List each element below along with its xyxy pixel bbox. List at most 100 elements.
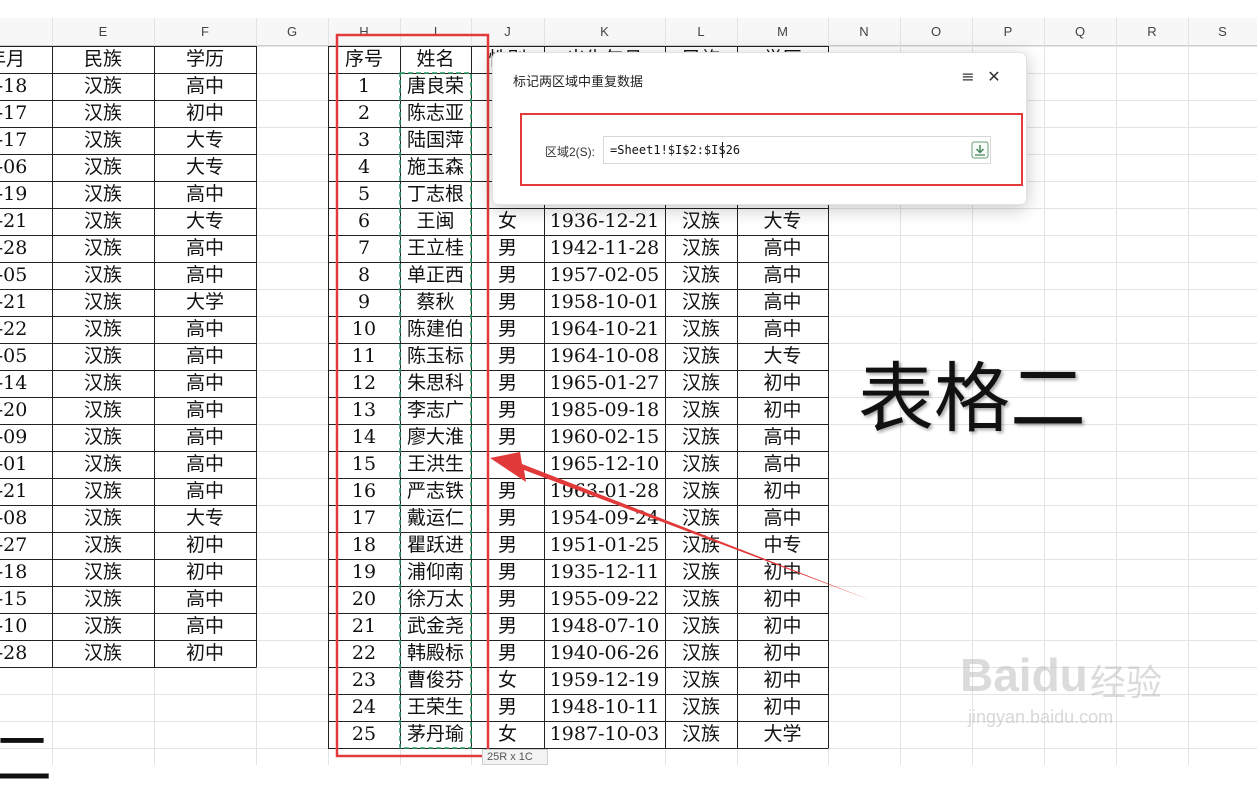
- column-header-k[interactable]: K: [544, 18, 665, 46]
- right-table-cell[interactable]: 11: [328, 343, 400, 370]
- right-table-cell[interactable]: 中专: [737, 532, 828, 559]
- column-header-g[interactable]: G: [256, 18, 328, 46]
- left-table-cell[interactable]: 高中: [154, 73, 256, 100]
- right-table-cell[interactable]: 汉族: [665, 262, 737, 289]
- right-table-cell[interactable]: 汉族: [665, 451, 737, 478]
- right-table-cell[interactable]: 汉族: [665, 613, 737, 640]
- right-table-cell[interactable]: 高中: [737, 316, 828, 343]
- right-table-cell[interactable]: 汉族: [665, 559, 737, 586]
- left-table-cell[interactable]: 高中: [154, 478, 256, 505]
- right-table-cell[interactable]: 男: [471, 370, 544, 397]
- range-select-icon[interactable]: [970, 140, 990, 160]
- right-table-cell[interactable]: 汉族: [665, 424, 737, 451]
- right-table-cell[interactable]: 初中: [737, 667, 828, 694]
- left-table-cell[interactable]: 高中: [154, 586, 256, 613]
- close-icon[interactable]: ✕: [986, 67, 1002, 87]
- column-header-n[interactable]: N: [828, 18, 900, 46]
- left-table-cell[interactable]: 4-14: [0, 370, 52, 397]
- left-table-cell[interactable]: 汉族: [52, 154, 154, 181]
- right-table-cell[interactable]: 17: [328, 505, 400, 532]
- left-table-cell[interactable]: 汉族: [52, 100, 154, 127]
- left-table-cell[interactable]: 汉族: [52, 127, 154, 154]
- column-header-r[interactable]: R: [1116, 18, 1188, 46]
- right-table-cell[interactable]: 汉族: [665, 343, 737, 370]
- right-table-cell[interactable]: 男: [471, 235, 544, 262]
- left-table-cell[interactable]: 大专: [154, 127, 256, 154]
- left-table-cell[interactable]: 1-28: [0, 235, 52, 262]
- left-header-cell[interactable]: 民族: [52, 46, 154, 73]
- right-table-cell[interactable]: 男: [471, 586, 544, 613]
- right-table-cell[interactable]: 男: [471, 694, 544, 721]
- right-table-cell[interactable]: 21: [328, 613, 400, 640]
- right-table-cell[interactable]: 24: [328, 694, 400, 721]
- right-table-cell[interactable]: 18: [328, 532, 400, 559]
- name-cell[interactable]: 严志铁: [400, 478, 471, 505]
- right-table-cell[interactable]: 汉族: [665, 505, 737, 532]
- left-table-cell[interactable]: 汉族: [52, 424, 154, 451]
- right-table-cell[interactable]: 女: [471, 667, 544, 694]
- name-cell[interactable]: 茅丹瑜: [400, 721, 471, 748]
- left-table-cell[interactable]: 汉族: [52, 640, 154, 667]
- right-table-cell[interactable]: 13: [328, 397, 400, 424]
- right-table-cell[interactable]: 男: [471, 640, 544, 667]
- right-table-cell[interactable]: 1948-07-10: [544, 613, 665, 640]
- right-table-cell[interactable]: 汉族: [665, 370, 737, 397]
- left-table-cell[interactable]: 初中: [154, 559, 256, 586]
- right-table-cell[interactable]: 初中: [737, 370, 828, 397]
- column-header-h[interactable]: H: [328, 18, 400, 46]
- column-header-p[interactable]: P: [972, 18, 1044, 46]
- left-table-cell[interactable]: 高中: [154, 451, 256, 478]
- right-table-cell[interactable]: 女: [471, 721, 544, 748]
- left-table-cell[interactable]: 高中: [154, 343, 256, 370]
- left-table-cell[interactable]: 高中: [154, 316, 256, 343]
- left-table-cell[interactable]: 2-15: [0, 586, 52, 613]
- menu-icon[interactable]: ≡: [960, 67, 976, 87]
- right-table-cell[interactable]: 1987-10-03: [544, 721, 665, 748]
- left-table-cell[interactable]: 汉族: [52, 478, 154, 505]
- left-table-cell[interactable]: 1-27: [0, 532, 52, 559]
- left-table-cell[interactable]: 初中: [154, 532, 256, 559]
- left-table-cell[interactable]: 1-19: [0, 181, 52, 208]
- right-table-cell[interactable]: 15: [328, 451, 400, 478]
- right-table-cell[interactable]: 高中: [737, 289, 828, 316]
- right-table-cell[interactable]: 1957-02-05: [544, 262, 665, 289]
- column-header-l[interactable]: L: [665, 18, 737, 46]
- name-cell[interactable]: 朱思科: [400, 370, 471, 397]
- right-table-cell[interactable]: 大专: [737, 208, 828, 235]
- left-table-cell[interactable]: 9-18: [0, 73, 52, 100]
- left-table-cell[interactable]: 汉族: [52, 532, 154, 559]
- right-table-cell[interactable]: 1942-11-28: [544, 235, 665, 262]
- left-table-cell[interactable]: 高中: [154, 181, 256, 208]
- right-table-cell[interactable]: 1: [328, 73, 400, 100]
- left-table-cell[interactable]: 高中: [154, 613, 256, 640]
- right-table-cell[interactable]: 1954-09-24: [544, 505, 665, 532]
- right-table-cell[interactable]: 19: [328, 559, 400, 586]
- right-table-cell[interactable]: 2: [328, 100, 400, 127]
- name-cell[interactable]: 陈玉标: [400, 343, 471, 370]
- right-table-cell[interactable]: 1955-09-22: [544, 586, 665, 613]
- right-table-cell[interactable]: 汉族: [665, 667, 737, 694]
- right-table-cell[interactable]: 男: [471, 424, 544, 451]
- left-table-cell[interactable]: 汉族: [52, 370, 154, 397]
- right-table-cell[interactable]: 男: [471, 289, 544, 316]
- left-table-cell[interactable]: 9-09: [0, 424, 52, 451]
- left-table-cell[interactable]: 9-05: [0, 343, 52, 370]
- right-table-cell[interactable]: 1965-12-10: [544, 451, 665, 478]
- name-cell[interactable]: 韩殿标: [400, 640, 471, 667]
- left-table-cell[interactable]: 汉族: [52, 586, 154, 613]
- right-table-cell[interactable]: 高中: [737, 451, 828, 478]
- right-table-cell[interactable]: 高中: [737, 235, 828, 262]
- left-table-cell[interactable]: 汉族: [52, 208, 154, 235]
- right-table-cell[interactable]: 男: [471, 613, 544, 640]
- name-cell[interactable]: 陈志亚: [400, 100, 471, 127]
- right-table-cell[interactable]: 1960-02-15: [544, 424, 665, 451]
- right-table-cell[interactable]: 4: [328, 154, 400, 181]
- name-cell[interactable]: 王荣生: [400, 694, 471, 721]
- left-table-cell[interactable]: 高中: [154, 397, 256, 424]
- name-cell[interactable]: 曹俊芬: [400, 667, 471, 694]
- left-table-cell[interactable]: 汉族: [52, 451, 154, 478]
- right-table-cell[interactable]: 1958-10-01: [544, 289, 665, 316]
- left-table-cell[interactable]: 大专: [154, 505, 256, 532]
- name-cell[interactable]: 浦仰南: [400, 559, 471, 586]
- name-cell[interactable]: 单正西: [400, 262, 471, 289]
